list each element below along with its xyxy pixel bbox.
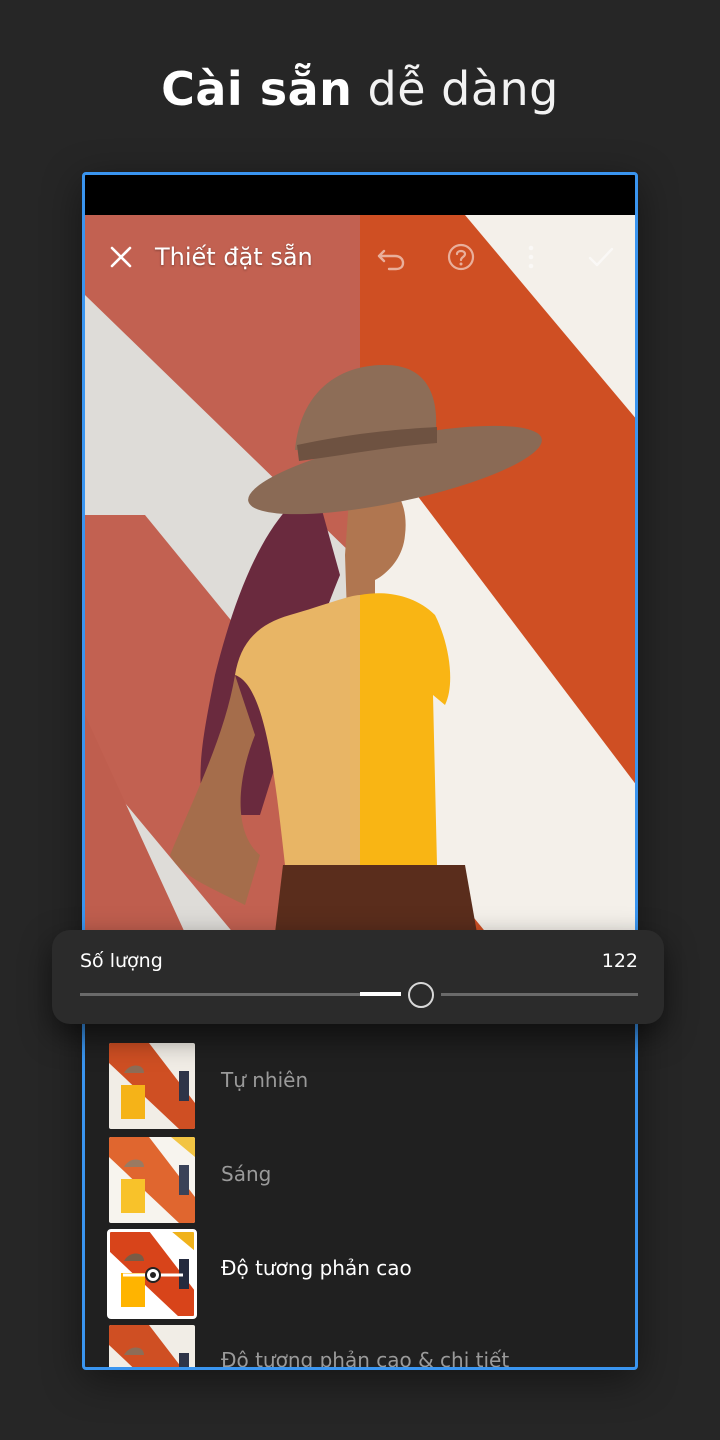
confirm-button[interactable] <box>585 241 617 273</box>
slider-label: Số lượng <box>80 950 163 972</box>
slider-fill <box>360 992 402 996</box>
headline: Cài sẵn dễ dàng <box>0 58 720 120</box>
preset-item-high-contrast-detail[interactable]: Độ tương phản cao & chi tiết <box>85 1315 635 1370</box>
preset-thumbnail <box>109 1137 195 1223</box>
preset-thumbnail <box>109 1043 195 1129</box>
more-vert-icon <box>528 245 534 269</box>
slider-value: 122 <box>601 950 638 972</box>
more-options-button[interactable] <box>515 241 547 273</box>
preset-thumbnail-selected <box>107 1229 197 1319</box>
check-icon <box>588 247 614 267</box>
help-button[interactable] <box>445 241 477 273</box>
preset-label: Độ tương phản cao <box>221 1256 412 1280</box>
undo-button[interactable] <box>375 241 407 273</box>
app-bar-title: Thiết đặt sẵn <box>155 243 313 271</box>
close-button[interactable] <box>105 241 137 273</box>
headline-light: dễ dàng <box>367 62 559 116</box>
preset-label: Tự nhiên <box>221 1068 309 1092</box>
undo-icon <box>377 249 405 271</box>
close-icon <box>110 246 132 268</box>
help-icon <box>447 243 475 271</box>
photo-preview <box>85 215 635 933</box>
status-bar <box>85 175 635 215</box>
app-bar: Thiết đặt sẵn <box>85 215 635 299</box>
slider-track[interactable] <box>80 993 638 996</box>
phone-screen-frame: Thiết đặt sẵn Tự nhiên Sáng Độ tương phả… <box>82 172 638 1370</box>
preset-item-high-contrast[interactable]: Độ tương phản cao <box>85 1221 635 1319</box>
preset-thumbnail <box>109 1325 195 1367</box>
amount-slider-panel: Số lượng 122 <box>52 930 664 1024</box>
preset-label: Độ tương phản cao & chi tiết <box>221 1348 510 1370</box>
preset-label: Sáng <box>221 1162 272 1186</box>
photo-image <box>85 215 635 933</box>
slider-knob[interactable] <box>408 982 434 1008</box>
headline-bold: Cài sẵn <box>161 62 353 116</box>
preset-item-natural[interactable]: Tự nhiên <box>85 1033 635 1129</box>
preset-item-bright[interactable]: Sáng <box>85 1127 635 1223</box>
